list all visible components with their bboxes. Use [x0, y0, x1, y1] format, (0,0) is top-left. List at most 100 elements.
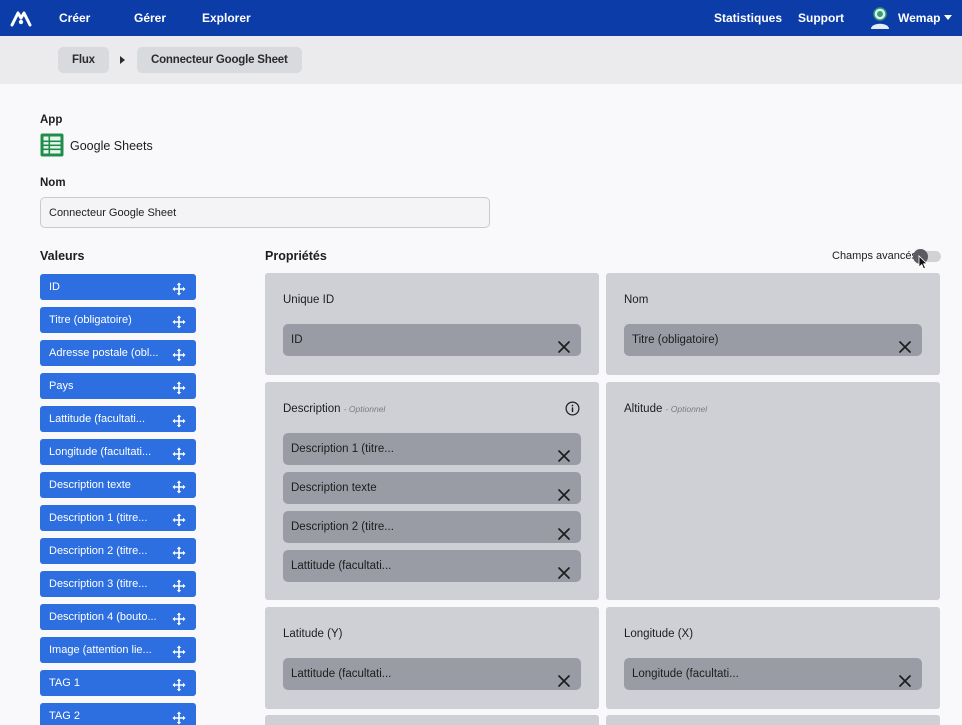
nav-manage[interactable]: Gérer — [134, 0, 166, 36]
value-chip-label: Description 2 (titre... — [49, 545, 148, 557]
remove-close-icon[interactable] — [558, 443, 570, 462]
remove-close-icon[interactable] — [558, 334, 570, 353]
remove-close-icon[interactable] — [558, 668, 570, 687]
mapped-value-label: Titre (obligatoire) — [632, 334, 719, 346]
value-chip-label: TAG 1 — [49, 677, 80, 689]
value-chip[interactable]: Pays — [40, 373, 196, 399]
wemap-logo-icon[interactable] — [10, 7, 32, 29]
nav-support[interactable]: Support — [798, 0, 844, 36]
breadcrumb-separator-chevron-right-icon — [120, 56, 125, 64]
value-chip[interactable]: TAG 1 — [40, 670, 196, 696]
app-name: Google Sheets — [70, 139, 153, 153]
properties-title: Propriétés — [265, 249, 327, 263]
value-chip[interactable]: Description texte — [40, 472, 196, 498]
value-chip-label: Adresse postale (obl... — [49, 347, 159, 359]
value-chip[interactable]: Description 1 (titre... — [40, 505, 196, 531]
mapped-value-label: Description 1 (titre... — [291, 443, 394, 455]
move-icon[interactable] — [172, 511, 186, 527]
user-menu-chevron-down-icon[interactable] — [944, 15, 952, 20]
move-icon[interactable] — [172, 280, 186, 296]
remove-close-icon[interactable] — [558, 521, 570, 540]
value-chip[interactable]: TAG 2 — [40, 703, 196, 725]
mapped-value-label: Description texte — [291, 482, 377, 494]
value-chip[interactable]: Lattitude (facultati... — [40, 406, 196, 432]
property-card[interactable]: Nom Titre (obligatoire) — [606, 273, 940, 375]
move-icon[interactable] — [172, 379, 186, 395]
mapped-value-item[interactable]: Lattitude (facultati... — [283, 658, 581, 690]
move-icon[interactable] — [172, 313, 186, 329]
optional-label: - Optionnel — [343, 404, 386, 414]
mapped-value-label: ID — [291, 334, 303, 346]
value-chip[interactable]: ID — [40, 274, 196, 300]
remove-close-icon[interactable] — [899, 334, 911, 353]
property-card[interactable]: Altitude - Optionnel — [606, 382, 940, 600]
move-icon[interactable] — [172, 412, 186, 428]
mapped-value-item[interactable]: Description texte — [283, 472, 581, 504]
breadcrumb-item-current[interactable]: Connecteur Google Sheet — [137, 47, 302, 73]
remove-close-icon[interactable] — [899, 668, 911, 687]
value-chip[interactable]: Longitude (facultati... — [40, 439, 196, 465]
property-card[interactable]: Unique ID ID — [265, 273, 599, 375]
property-card[interactable]: Longitude (X) Longitude (facultati... — [606, 607, 940, 709]
property-card-title: Longitude (X) — [624, 628, 693, 640]
value-chip[interactable]: Description 4 (bouto... — [40, 604, 196, 630]
nav-explore[interactable]: Explorer — [202, 0, 251, 36]
nav-statistics[interactable]: Statistiques — [714, 0, 782, 36]
mapped-value-label: Longitude (facultati... — [632, 668, 739, 680]
property-card-title: Latitude (Y) — [283, 628, 342, 640]
top-navigation-bar: Créer Gérer Explorer Statistiques Suppor… — [0, 0, 962, 36]
mapped-value-label: Lattitude (facultati... — [291, 668, 392, 680]
mapped-value-label: Lattitude (facultati... — [291, 560, 392, 572]
mapped-value-item[interactable]: Longitude (facultati... — [624, 658, 922, 690]
property-name: Unique ID — [283, 294, 335, 306]
google-sheets-icon — [40, 133, 64, 157]
advanced-fields-label: Champs avancés — [832, 250, 917, 262]
value-chip[interactable]: Description 3 (titre... — [40, 571, 196, 597]
mouse-cursor-icon — [918, 255, 928, 270]
value-chip[interactable]: Image (attention lie... — [40, 637, 196, 663]
property-card[interactable]: Description - Optionnel Description 1 (ti… — [265, 382, 599, 600]
property-card[interactable] — [265, 715, 599, 725]
move-icon[interactable] — [172, 577, 186, 593]
move-icon[interactable] — [172, 544, 186, 560]
move-icon[interactable] — [172, 346, 186, 362]
mapped-value-item[interactable]: Description 2 (titre... — [283, 511, 581, 543]
mapped-value-item[interactable]: Description 1 (titre... — [283, 433, 581, 465]
optional-label: - Optionnel — [665, 404, 708, 414]
move-icon[interactable] — [172, 610, 186, 626]
remove-close-icon[interactable] — [558, 482, 570, 501]
property-name: Latitude (Y) — [283, 628, 343, 640]
values-title: Valeurs — [40, 249, 85, 263]
value-chip-label: Description 4 (bouto... — [49, 611, 157, 623]
remove-close-icon[interactable] — [558, 560, 570, 579]
breadcrumb-item-flux[interactable]: Flux — [58, 47, 109, 73]
mapped-value-item[interactable]: Lattitude (facultati... — [283, 550, 581, 582]
property-name: Longitude (X) — [624, 628, 694, 640]
property-card[interactable]: Latitude (Y) Lattitude (facultati... — [265, 607, 599, 709]
mapped-value-item[interactable]: ID — [283, 324, 581, 356]
move-icon[interactable] — [172, 445, 186, 461]
value-chip-label: Pays — [49, 380, 74, 392]
property-card-title: Nom — [624, 294, 648, 306]
value-chip[interactable]: Adresse postale (obl... — [40, 340, 196, 366]
value-chip-label: Image (attention lie... — [49, 644, 152, 656]
property-card[interactable] — [606, 715, 940, 725]
value-chip[interactable]: Description 2 (titre... — [40, 538, 196, 564]
info-icon[interactable] — [565, 401, 580, 416]
nav-create[interactable]: Créer — [59, 0, 90, 36]
property-card-title: Description - Optionnel — [283, 403, 385, 415]
value-chip-label: Longitude (facultati... — [49, 446, 152, 458]
move-icon[interactable] — [172, 643, 186, 659]
name-input[interactable] — [40, 197, 490, 228]
property-card-title: Unique ID — [283, 294, 334, 306]
user-avatar-icon[interactable] — [870, 7, 890, 29]
move-icon[interactable] — [172, 676, 186, 692]
value-chip[interactable]: Titre (obligatoire) — [40, 307, 196, 333]
user-menu-name[interactable]: Wemap — [898, 0, 940, 36]
mapped-value-label: Description 2 (titre... — [291, 521, 394, 533]
move-icon[interactable] — [172, 709, 186, 725]
move-icon[interactable] — [172, 478, 186, 494]
mapped-value-item[interactable]: Titre (obligatoire) — [624, 324, 922, 356]
value-chip-label: ID — [49, 281, 60, 293]
value-chip-label: Description 3 (titre... — [49, 578, 148, 590]
